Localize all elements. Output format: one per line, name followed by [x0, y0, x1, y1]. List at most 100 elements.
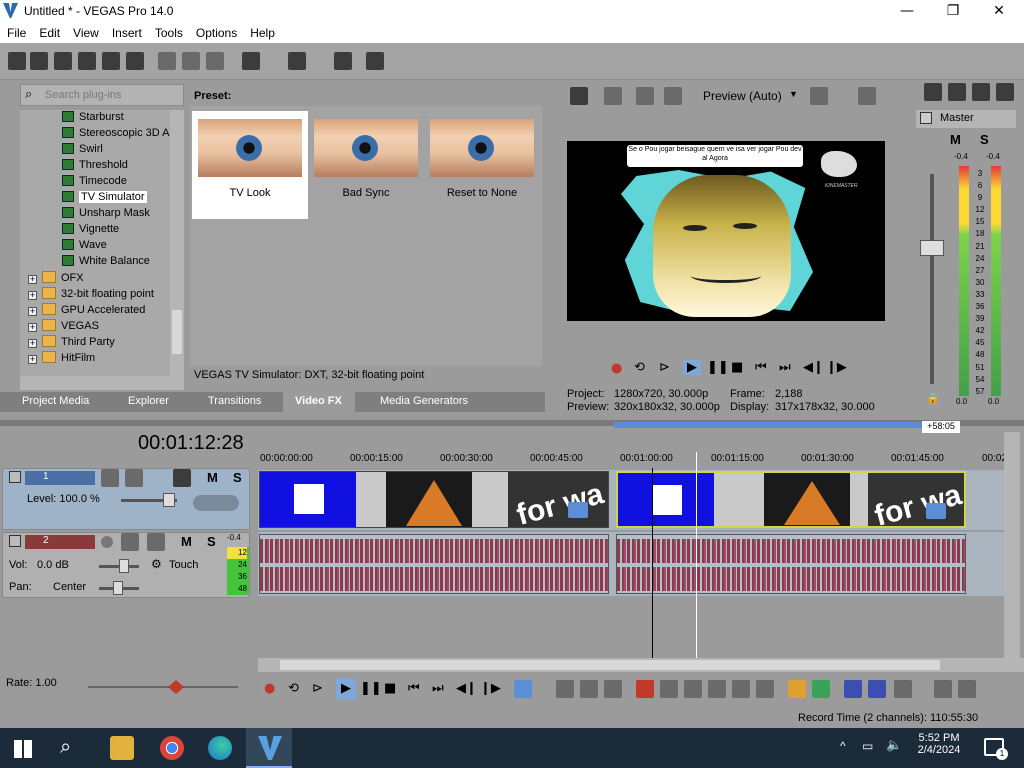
- automation-gear-icon[interactable]: ⚙: [151, 557, 162, 571]
- redo-icon[interactable]: [288, 52, 306, 70]
- trim-start-icon[interactable]: [684, 680, 702, 698]
- edge-icon[interactable]: [208, 736, 232, 760]
- plugin-search-field[interactable]: ⌕ Search plug-ins: [20, 84, 184, 106]
- expand-icon[interactable]: +: [28, 323, 37, 332]
- menu-tools[interactable]: Tools: [148, 23, 189, 40]
- stop-icon[interactable]: ■: [384, 681, 396, 696]
- master-mute-button[interactable]: M: [950, 132, 961, 147]
- cut-icon[interactable]: [158, 52, 176, 70]
- menu-file[interactable]: File: [0, 23, 32, 40]
- event-fx-icon[interactable]: [568, 502, 588, 518]
- play-from-start-icon[interactable]: ⊳: [312, 681, 323, 696]
- video-track-header[interactable]: 1 M S Level: 100.0 %: [2, 468, 250, 530]
- time-selection-bar[interactable]: [614, 422, 960, 428]
- save-icon[interactable]: [54, 52, 72, 70]
- track-gear-icon[interactable]: [173, 469, 191, 487]
- tree-folder[interactable]: Third Party: [42, 335, 115, 351]
- play-icon[interactable]: ▶: [683, 360, 701, 375]
- tree-folder[interactable]: 32-bit floating point: [42, 287, 154, 303]
- tree-folder[interactable]: HitFilm: [42, 351, 95, 367]
- pause-icon[interactable]: ❚❚: [707, 360, 729, 375]
- time-ruler[interactable]: 00:00:00:00 00:00:15:00 00:00:30:00 00:0…: [258, 448, 1007, 470]
- chevron-down-icon[interactable]: ▼: [789, 89, 798, 99]
- expand-icon[interactable]: +: [28, 355, 37, 364]
- scrollbar-thumb[interactable]: [172, 310, 182, 354]
- copy-snapshot-icon[interactable]: [858, 87, 876, 105]
- network-icon[interactable]: ▭: [862, 739, 873, 753]
- preset-tv-look[interactable]: TV Look: [192, 111, 308, 219]
- undo-icon[interactable]: [242, 52, 260, 70]
- menu-edit[interactable]: Edit: [32, 23, 66, 40]
- chrome-icon[interactable]: [160, 736, 184, 760]
- preview-properties-gear-icon[interactable]: [570, 87, 588, 105]
- tree-folder[interactable]: GPU Accelerated: [42, 303, 145, 319]
- mute-button[interactable]: M: [181, 534, 192, 549]
- mute-button[interactable]: M: [207, 470, 218, 485]
- help-icon[interactable]: [366, 52, 384, 70]
- pause-icon[interactable]: ❚❚: [360, 681, 382, 696]
- region-icon[interactable]: [812, 680, 830, 698]
- trim-icon[interactable]: [660, 680, 678, 698]
- timeline-vertical-scrollbar[interactable]: [1004, 432, 1020, 672]
- tree-item[interactable]: Timecode: [62, 175, 127, 191]
- search-icon[interactable]: ⌕: [60, 734, 71, 758]
- expand-icon[interactable]: +: [28, 291, 37, 300]
- external-monitor-icon[interactable]: [604, 87, 622, 105]
- tree-folder[interactable]: VEGAS: [42, 319, 99, 335]
- arm-record-icon[interactable]: [101, 536, 113, 548]
- downmix-icon[interactable]: [948, 83, 966, 101]
- compositing-mode-icon[interactable]: [193, 495, 239, 511]
- pan-slider-handle[interactable]: [113, 581, 123, 595]
- play-icon[interactable]: ▶: [336, 678, 356, 700]
- video-clip-selected[interactable]: for wa: [616, 471, 966, 533]
- copy-icon[interactable]: [182, 52, 200, 70]
- file-explorer-icon[interactable]: [110, 736, 134, 760]
- tree-item[interactable]: Wave: [62, 239, 107, 255]
- preset-reset-to-none[interactable]: Reset to None: [424, 111, 540, 219]
- level-slider-handle[interactable]: [163, 493, 175, 507]
- menu-view[interactable]: View: [66, 23, 105, 40]
- normal-edit-tool-icon[interactable]: [514, 680, 532, 698]
- tree-item[interactable]: Stereoscopic 3D A: [62, 127, 170, 143]
- collapse-icon[interactable]: [9, 535, 21, 547]
- record-icon[interactable]: ●: [611, 361, 622, 376]
- envelope-tool-icon[interactable]: [556, 680, 574, 698]
- automation-mode[interactable]: Touch: [169, 559, 198, 571]
- master-fader-track[interactable]: [930, 174, 934, 384]
- audio-clip[interactable]: [259, 534, 609, 594]
- next-frame-icon[interactable]: ❙▶: [826, 360, 847, 375]
- windows-start-icon[interactable]: [14, 740, 32, 758]
- go-to-start-icon[interactable]: ⏮: [408, 681, 420, 696]
- event-fx-icon[interactable]: [926, 503, 946, 519]
- tab-transitions[interactable]: Transitions: [208, 395, 261, 407]
- go-to-end-icon[interactable]: ⏭: [779, 360, 791, 375]
- grid-icon[interactable]: [810, 87, 828, 105]
- snapping-icon[interactable]: [844, 680, 862, 698]
- master-solo-button[interactable]: S: [980, 132, 989, 147]
- record-icon[interactable]: ●: [264, 681, 275, 696]
- volume-icon[interactable]: 🔈: [886, 738, 902, 753]
- tree-horizontal-scrollbar[interactable]: [20, 376, 184, 390]
- tree-item[interactable]: Swirl: [62, 143, 103, 159]
- solo-button[interactable]: S: [207, 534, 216, 549]
- dim-icon[interactable]: [972, 83, 990, 101]
- go-to-start-icon[interactable]: ⏮: [755, 360, 767, 375]
- paste-icon[interactable]: [206, 52, 224, 70]
- audio-clip[interactable]: [616, 534, 966, 594]
- split-icon[interactable]: [732, 680, 750, 698]
- zoom-tool-icon[interactable]: [604, 680, 622, 698]
- ignore-grouping-icon[interactable]: [958, 680, 976, 698]
- track-fx-icon[interactable]: [125, 469, 143, 487]
- tab-project-media[interactable]: Project Media: [22, 395, 89, 407]
- tab-media-generators[interactable]: Media Generators: [380, 395, 468, 407]
- lock-icon[interactable]: [756, 680, 774, 698]
- taskbar-clock[interactable]: 5:52 PM 2/4/2024: [915, 732, 963, 756]
- previous-frame-icon[interactable]: ◀❙: [456, 681, 477, 696]
- next-frame-icon[interactable]: ❙▶: [480, 681, 501, 696]
- split-screen-icon[interactable]: [636, 87, 654, 105]
- collapse-icon[interactable]: [9, 471, 21, 483]
- tree-item[interactable]: Starburst: [62, 111, 124, 127]
- expand-icon[interactable]: +: [28, 307, 37, 316]
- tree-item[interactable]: Vignette: [62, 223, 119, 239]
- master-fx-gear-icon[interactable]: [924, 83, 942, 101]
